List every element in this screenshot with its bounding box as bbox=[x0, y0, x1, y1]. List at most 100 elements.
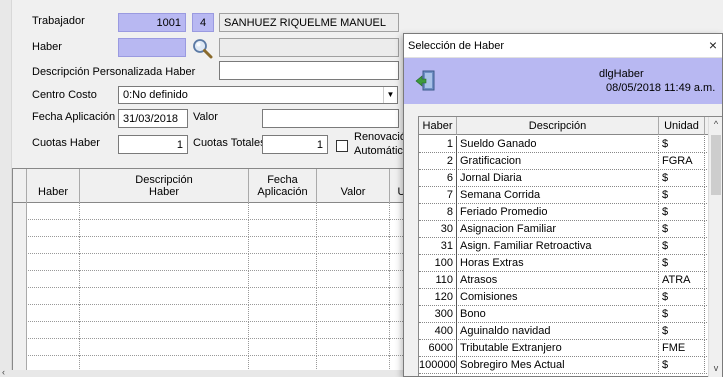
grid-row-selector[interactable] bbox=[13, 203, 27, 220]
cuotas-totales-field[interactable]: 1 bbox=[262, 135, 328, 154]
grid-cell[interactable] bbox=[80, 288, 249, 305]
grid-row[interactable] bbox=[13, 271, 413, 288]
grid-row-selector[interactable] bbox=[13, 254, 27, 271]
cell-unidad[interactable]: $ bbox=[659, 289, 705, 306]
chevron-left-icon[interactable]: ‹ bbox=[2, 367, 5, 377]
grid-cell[interactable] bbox=[80, 339, 249, 356]
grid-row-selector[interactable] bbox=[13, 322, 27, 339]
centro-costo-select[interactable]: 0:No definido ▼ bbox=[118, 86, 398, 104]
grid-cell[interactable] bbox=[249, 237, 317, 254]
grid-header-descripcion[interactable]: Descripción Haber bbox=[80, 169, 249, 203]
grid-cell[interactable] bbox=[249, 220, 317, 237]
grid-row-selector[interactable] bbox=[13, 237, 27, 254]
grid-row-selector[interactable] bbox=[13, 220, 27, 237]
grid-cell[interactable] bbox=[249, 322, 317, 339]
grid-cell[interactable] bbox=[80, 220, 249, 237]
cell-descripcion[interactable]: Asignacion Familiar bbox=[457, 221, 659, 238]
cell-descripcion[interactable]: Atrasos bbox=[457, 272, 659, 289]
cell-unidad[interactable]: $ bbox=[659, 255, 705, 272]
cell-descripcion[interactable]: Feriado Promedio bbox=[457, 204, 659, 221]
table-row[interactable]: 6000 Tributable Extranjero FME bbox=[419, 340, 715, 357]
exit-button[interactable] bbox=[414, 69, 438, 93]
descripcion-personalizada-field[interactable] bbox=[219, 61, 399, 80]
grid-cell[interactable] bbox=[317, 305, 390, 322]
grid-cell[interactable] bbox=[27, 339, 80, 356]
cell-unidad[interactable]: $ bbox=[659, 306, 705, 323]
renovacion-automatica-checkbox[interactable] bbox=[336, 140, 348, 152]
cell-haber[interactable]: 400 bbox=[419, 323, 457, 340]
grid-cell[interactable] bbox=[317, 322, 390, 339]
grid-row[interactable] bbox=[13, 254, 413, 271]
cell-haber[interactable]: 110 bbox=[419, 272, 457, 289]
cell-unidad[interactable]: $ bbox=[659, 204, 705, 221]
cuotas-haber-field[interactable]: 1 bbox=[118, 135, 188, 154]
cell-descripcion[interactable]: Sobregiro Mes Actual bbox=[457, 357, 659, 374]
cell-haber[interactable]: 300 bbox=[419, 306, 457, 323]
haber-selection-table[interactable]: Haber Descripción Unidad 1 Sueldo Ganado $… bbox=[418, 116, 722, 377]
table-vertical-scrollbar[interactable]: ^ v bbox=[708, 117, 722, 377]
grid-cell[interactable] bbox=[80, 322, 249, 339]
grid-cell[interactable] bbox=[317, 220, 390, 237]
table-row[interactable]: 31 Asign. Familiar Retroactiva $ bbox=[419, 238, 715, 255]
grid-cell[interactable] bbox=[249, 203, 317, 220]
grid-row[interactable] bbox=[13, 322, 413, 339]
scroll-down-icon[interactable]: v bbox=[709, 363, 723, 373]
grid-cell[interactable] bbox=[27, 237, 80, 254]
scroll-up-icon[interactable]: ^ bbox=[709, 119, 723, 129]
haber-search-button[interactable] bbox=[191, 37, 215, 59]
cell-descripcion[interactable]: Comisiones bbox=[457, 289, 659, 306]
trabajador-lookup-button[interactable]: 4 bbox=[192, 13, 214, 32]
valor-field[interactable] bbox=[262, 109, 399, 128]
cell-unidad[interactable]: $ bbox=[659, 170, 705, 187]
table-row[interactable]: 100 Horas Extras $ bbox=[419, 255, 715, 272]
cell-unidad[interactable]: $ bbox=[659, 187, 705, 204]
cell-haber[interactable]: 7 bbox=[419, 187, 457, 204]
grid-cell[interactable] bbox=[249, 254, 317, 271]
table-row[interactable]: 7 Semana Corrida $ bbox=[419, 187, 715, 204]
grid-cell[interactable] bbox=[249, 339, 317, 356]
cell-haber[interactable]: 30 bbox=[419, 221, 457, 238]
cell-descripcion[interactable]: Gratificacion bbox=[457, 153, 659, 170]
cell-unidad[interactable]: ATRA bbox=[659, 272, 705, 289]
cell-descripcion[interactable]: Asign. Familiar Retroactiva bbox=[457, 238, 659, 255]
chevron-down-icon[interactable]: ▼ bbox=[383, 87, 397, 103]
grid-row[interactable] bbox=[13, 288, 413, 305]
col-header-haber[interactable]: Haber bbox=[419, 117, 457, 135]
grid-cell[interactable] bbox=[317, 237, 390, 254]
grid-cell[interactable] bbox=[27, 271, 80, 288]
grid-cell[interactable] bbox=[317, 288, 390, 305]
grid-cell[interactable] bbox=[80, 237, 249, 254]
cell-descripcion[interactable]: Semana Corrida bbox=[457, 187, 659, 204]
grid-cell[interactable] bbox=[27, 305, 80, 322]
table-row[interactable]: 30 Asignacion Familiar $ bbox=[419, 221, 715, 238]
close-icon[interactable]: × bbox=[706, 37, 720, 53]
grid-cell[interactable] bbox=[249, 305, 317, 322]
cell-unidad[interactable]: $ bbox=[659, 238, 705, 255]
cell-haber[interactable]: 2 bbox=[419, 153, 457, 170]
grid-cell[interactable] bbox=[317, 203, 390, 220]
grid-row[interactable] bbox=[13, 339, 413, 356]
grid-horizontal-scrollbar[interactable]: ‹ bbox=[0, 367, 412, 377]
grid-row-selector[interactable] bbox=[13, 288, 27, 305]
haber-code-field[interactable] bbox=[118, 38, 186, 57]
cell-unidad[interactable]: $ bbox=[659, 136, 705, 153]
grid-cell[interactable] bbox=[317, 254, 390, 271]
haberes-grid[interactable]: Haber Descripción Haber Fecha Aplicación V… bbox=[12, 168, 413, 377]
grid-row-selector[interactable] bbox=[13, 305, 27, 322]
col-header-unidad[interactable]: Unidad bbox=[659, 117, 705, 135]
grid-cell[interactable] bbox=[80, 254, 249, 271]
table-row[interactable]: 110 Atrasos ATRA bbox=[419, 272, 715, 289]
grid-row[interactable] bbox=[13, 203, 413, 220]
grid-row-selector[interactable] bbox=[13, 271, 27, 288]
cell-unidad[interactable]: FME bbox=[659, 340, 705, 357]
grid-cell[interactable] bbox=[80, 271, 249, 288]
grid-header-haber[interactable]: Haber bbox=[27, 169, 80, 203]
grid-cell[interactable] bbox=[27, 288, 80, 305]
grid-header-fecha-aplicacion[interactable]: Fecha Aplicación bbox=[249, 169, 317, 203]
cell-descripcion[interactable]: Bono bbox=[457, 306, 659, 323]
col-header-descripcion[interactable]: Descripción bbox=[457, 117, 659, 135]
cell-haber[interactable]: 6 bbox=[419, 170, 457, 187]
table-row[interactable]: 8 Feriado Promedio $ bbox=[419, 204, 715, 221]
dialog-titlebar[interactable]: Selección de Haber × bbox=[404, 34, 722, 58]
cell-haber[interactable]: 120 bbox=[419, 289, 457, 306]
